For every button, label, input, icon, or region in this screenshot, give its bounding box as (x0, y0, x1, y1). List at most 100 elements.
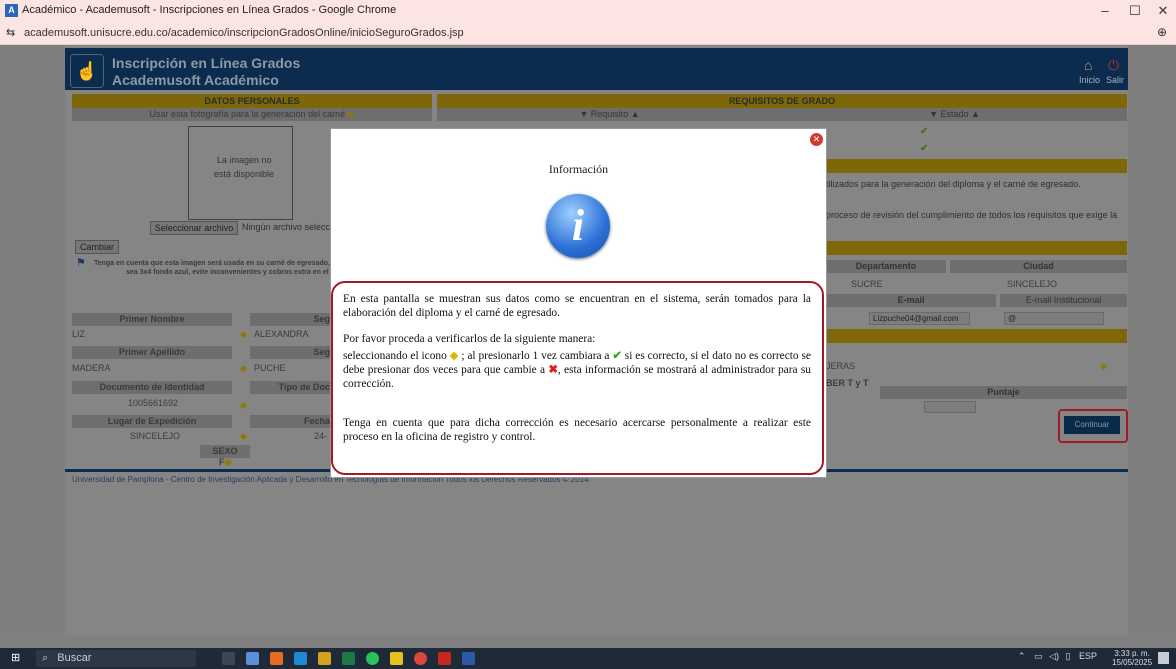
language-indicator[interactable]: ESP (1079, 651, 1097, 661)
acrobat-icon[interactable] (438, 652, 451, 665)
photo-missing-line2: está disponible (214, 169, 275, 179)
maximize-icon[interactable]: ☐ (1120, 2, 1150, 20)
status-check-icon: ✔ (920, 143, 929, 154)
continue-button[interactable]: Continuar (1064, 416, 1120, 434)
verify-first-surname-icon[interactable]: ◆ (240, 363, 247, 374)
second-name-value: ALEXANDRA (254, 329, 309, 339)
dialog-paragraph-3: seleccionando el icono ◆ ; al presionarl… (343, 350, 811, 390)
dialog-paragraph-2: Por favor proceda a verificarlos de la s… (343, 333, 596, 345)
department-value: SUCRE (851, 279, 883, 289)
verify-icon[interactable]: ◆ (1100, 361, 1107, 372)
city-value: SINCELEJO (1007, 279, 1058, 289)
info-line1: tilizados para la generación del diploma… (826, 179, 1081, 189)
app-title: Inscripción en Línea Grados (112, 55, 301, 71)
first-surname-label: Primer Apellido (72, 346, 232, 359)
windows-start-icon[interactable]: ⊞ (11, 653, 22, 664)
doc-type-label: Tipo de Doc (250, 381, 330, 394)
whatsapp-icon[interactable] (366, 652, 379, 665)
edge-icon[interactable] (294, 652, 307, 665)
battery-icon[interactable]: ▯ (1066, 651, 1071, 661)
col-requisito[interactable]: ▼ Requisito ▲ (437, 108, 782, 121)
verify-id-icon[interactable]: ◆ (240, 400, 247, 411)
browser-title-bar: A Académico - Academusoft - Inscripcione… (0, 0, 1176, 22)
dialog-title: Información (548, 162, 609, 176)
personal-data-header: DATOS PERSONALES (72, 94, 432, 108)
taskbar: ⊞ ⌕ Buscar ⌃ ▭ ◁) ▯ ESP 3:33 p. m. 15/05… (0, 648, 1176, 669)
close-window-icon[interactable]: ✕ (1148, 2, 1176, 20)
clock-date: 15/05/2025 (1112, 658, 1153, 667)
sticky-icon[interactable] (390, 652, 403, 665)
taskbar-search[interactable]: ⌕ Buscar (36, 650, 196, 667)
academusoft-favicon-icon: A (5, 4, 18, 17)
info-icon: i (546, 194, 610, 258)
change-photo-button[interactable]: Cambiar (75, 240, 119, 254)
app-header: ☝ Inscripción en Línea Grados Academusof… (65, 48, 1128, 90)
minimize-icon[interactable]: – (1090, 2, 1120, 20)
sex-value: F◆ (219, 457, 232, 467)
date-label: Fecha (250, 415, 330, 428)
yellow-diamond-icon: ◆ (449, 350, 459, 362)
window-title: Académico - Academusoft - Inscripciones … (22, 4, 397, 16)
id-document-label: Documento de Identidad (72, 381, 232, 394)
issue-place-label: Lugar de Expedición (72, 415, 232, 428)
first-surname-value: MADERA (72, 363, 111, 373)
dialog-message: En esta pantalla se muestran sus datos c… (331, 281, 824, 475)
photo-caption-bar: Usar esta fotografía para la generación … (72, 108, 432, 121)
dialog-paragraph-4: Tenga en cuenta que para dicha correcció… (343, 417, 811, 443)
second-surname-label: Seg (250, 346, 330, 359)
col-estado[interactable]: ▼ Estado ▲ (782, 108, 1127, 121)
verify-diamond-icon[interactable]: ◆ (348, 109, 355, 119)
url-text[interactable]: academusoft.unisucre.edu.co/academico/in… (24, 27, 464, 39)
second-surname-value: PUCHE (254, 363, 286, 373)
address-bar[interactable]: ⇆ academusoft.unisucre.edu.co/academico/… (0, 22, 1176, 45)
id-document-value: 1005661692 (128, 398, 179, 408)
system-tray[interactable]: ⌃ ▭ ◁) ▯ ESP (1018, 651, 1097, 662)
home-icon[interactable]: ⌂ (1084, 57, 1092, 73)
score-label: Puntaje (880, 386, 1127, 399)
zoom-icon[interactable]: ⊕ (1157, 25, 1167, 39)
academic-bar (826, 329, 1127, 343)
app-subtitle: Academusoft Académico (112, 72, 279, 88)
nav-salir[interactable]: Salir (1106, 75, 1124, 85)
score-input[interactable] (924, 401, 976, 413)
date-value: 24- (314, 431, 328, 441)
flag-note-icon: ⚑ (76, 257, 86, 269)
clock[interactable]: 3:33 p. m. 15/05/2025 (1112, 649, 1152, 667)
power-icon[interactable]: ⏻ (1108, 57, 1119, 74)
notifications-icon[interactable] (1158, 652, 1169, 664)
excel-icon[interactable] (342, 652, 355, 665)
first-name-value: LIZ (72, 329, 86, 339)
dialog-paragraph-1: En esta pantalla se muestran sus datos c… (343, 293, 811, 319)
chevron-up-icon[interactable]: ⌃ (1018, 651, 1026, 661)
choose-file-button[interactable]: Seleccionar archivo (150, 221, 238, 235)
chrome-icon[interactable] (414, 652, 427, 665)
task-view-icon[interactable] (222, 652, 235, 665)
second-name-label: Seg (250, 313, 330, 326)
photo-missing-line1: La imagen no (217, 155, 272, 165)
nav-inicio[interactable]: Inicio (1079, 75, 1100, 85)
file-explorer-icon[interactable] (318, 652, 331, 665)
city-label: Ciudad (950, 260, 1127, 273)
verify-issue-place-icon[interactable]: ◆ (240, 431, 247, 442)
info-bar (826, 159, 1127, 173)
site-settings-icon[interactable]: ⇆ (6, 26, 15, 39)
file-status: Ningún archivo selecc (242, 222, 331, 232)
app-icon[interactable] (246, 652, 259, 665)
status-check-icon: ✔ (920, 126, 929, 137)
firefox-icon[interactable] (270, 652, 283, 665)
close-dialog-icon[interactable]: ✕ (810, 133, 823, 146)
email-label: E-mail (826, 294, 996, 307)
word-icon[interactable] (462, 652, 475, 665)
green-check-icon: ✔ (612, 350, 622, 362)
email-inst-input[interactable]: @ (1004, 312, 1104, 325)
network-icon[interactable]: ▭ (1034, 651, 1043, 661)
clock-time: 3:33 p. m. (1114, 649, 1150, 658)
location-bar (826, 241, 1127, 255)
hand-pointer-logo-icon: ☝ (70, 54, 104, 88)
issue-place-value: SINCELEJO (130, 431, 181, 441)
search-icon: ⌕ (42, 652, 49, 664)
red-x-icon: ✖ (548, 364, 558, 376)
volume-icon[interactable]: ◁) (1049, 651, 1059, 661)
email-input[interactable]: Lizpuche04@gmail.com (869, 312, 970, 325)
verify-first-name-icon[interactable]: ◆ (240, 329, 247, 340)
